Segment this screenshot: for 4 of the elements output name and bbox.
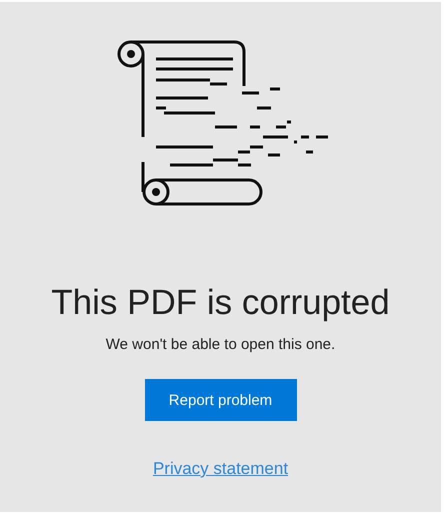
privacy-statement-link[interactable]: Privacy statement: [152, 459, 288, 479]
error-title: This PDF is corrupted: [51, 282, 390, 324]
report-problem-button[interactable]: Report problem: [144, 379, 296, 421]
error-message: We won't be able to open this one.: [106, 336, 336, 353]
